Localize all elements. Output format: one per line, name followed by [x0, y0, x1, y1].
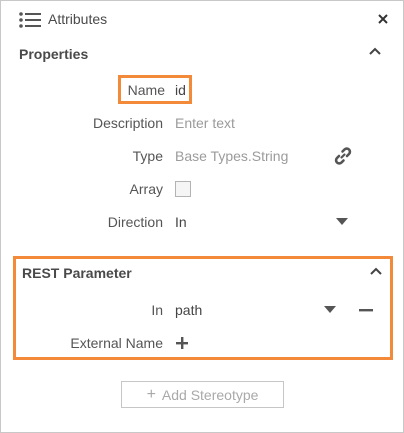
direction-label: Direction: [107, 214, 163, 230]
type-label: Type: [132, 148, 163, 164]
direction-select-value[interactable]: In: [175, 214, 187, 230]
minus-icon[interactable]: [358, 305, 374, 315]
plus-icon: +: [146, 385, 156, 403]
in-select-value[interactable]: path: [175, 302, 202, 318]
attributes-panel: Attributes Properties Name id Descriptio…: [0, 0, 404, 433]
chevron-up-icon[interactable]: [368, 46, 382, 56]
link-icon[interactable]: [333, 146, 353, 166]
plus-icon[interactable]: [175, 336, 189, 350]
add-stereotype-button[interactable]: + Add Stereotype: [121, 381, 284, 408]
chevron-down-icon[interactable]: [324, 306, 336, 314]
array-checkbox[interactable]: [175, 181, 191, 197]
panel-header: Attributes: [1, 1, 403, 39]
close-icon[interactable]: [375, 11, 391, 27]
in-label: In: [151, 302, 163, 318]
external-name-label: External Name: [70, 335, 163, 351]
name-label: Name: [127, 82, 165, 98]
add-stereotype-label: Add Stereotype: [161, 386, 259, 403]
description-input[interactable]: Enter text: [175, 115, 235, 131]
description-label: Description: [92, 115, 163, 131]
name-field[interactable]: id: [175, 82, 186, 98]
type-field[interactable]: Base Types.String: [175, 148, 288, 164]
panel-title: Attributes: [48, 11, 108, 27]
properties-section-title: Properties: [19, 46, 89, 62]
list-icon: [19, 12, 41, 28]
chevron-down-icon[interactable]: [336, 218, 348, 226]
rest-parameter-section-title: REST Parameter: [22, 265, 132, 281]
chevron-up-icon[interactable]: [369, 266, 383, 276]
array-label: Array: [129, 181, 163, 197]
